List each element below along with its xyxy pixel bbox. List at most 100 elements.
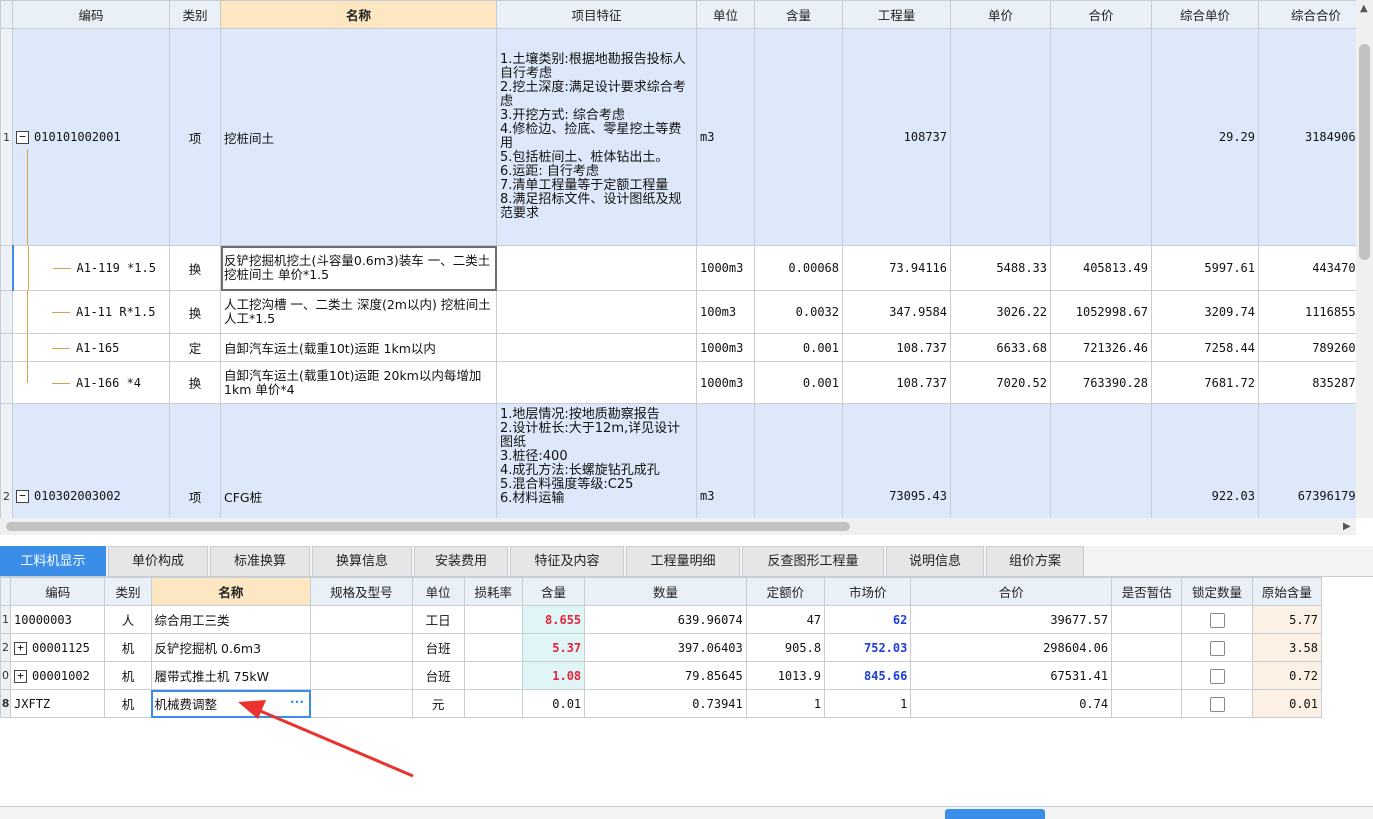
total-cell[interactable]: 298604.06 [910,633,1113,662]
tab-installation-fee[interactable]: 安装费用 [414,546,508,576]
spec-cell[interactable] [310,633,413,662]
content-cell[interactable] [754,28,843,246]
lock-quantity-checkbox[interactable] [1209,696,1225,712]
unit-cell[interactable]: m3 [696,28,755,246]
price-cell[interactable]: 7020.52 [950,361,1051,404]
content-cell[interactable]: 0.01 [521,689,586,718]
amount-cell[interactable]: 79.85645 [584,661,747,690]
total-cell[interactable]: 1052998.67 [1050,290,1152,334]
scroll-up-icon[interactable]: ▲ [1360,3,1368,14]
lock-quantity-checkbox[interactable] [1209,612,1225,628]
original-content-cell[interactable]: 3.58 [1251,633,1323,662]
tab-description[interactable]: 说明信息 [886,546,984,576]
feature-cell[interactable]: 1.地层情况:按地质勘察报告 2.设计桩长:大于12m,详见设计图纸 3.桩径:… [496,403,697,518]
code-cell[interactable]: JXFTZ [10,689,106,718]
col-header-amount[interactable]: 数量 [584,577,747,606]
loss-rate-cell[interactable] [463,661,523,690]
type-cell[interactable]: 机 [104,633,152,662]
horizontal-scrollbar[interactable]: ▶ [0,518,1356,535]
col-header-is-estimate[interactable]: 是否暂估 [1111,577,1183,606]
loss-rate-cell[interactable] [463,633,523,662]
col-header-code[interactable]: 编码 [12,0,170,29]
is-estimate-cell[interactable] [1111,605,1183,634]
table-row[interactable]: 1 10000003 人 综合用工三类 工日 8.655 639.96074 4… [0,605,1323,634]
code-cell[interactable]: A1-119 *1.5 [12,245,170,291]
horizontal-scroll-thumb[interactable] [6,522,850,531]
price-cell[interactable] [950,28,1051,246]
market-price-cell[interactable]: 752.03 [824,633,912,662]
price-cell[interactable]: 5488.33 [950,245,1051,291]
comp-price-cell[interactable]: 922.03 [1151,403,1259,518]
total-cell[interactable] [1050,403,1152,518]
loss-rate-cell[interactable] [463,689,523,718]
total-cell[interactable]: 721326.46 [1050,333,1152,362]
table-row[interactable]: A1-119 *1.5 换 反铲挖掘机挖土(斗容量0.6m3)装车 一、二类土 … [0,245,1356,291]
lock-quantity-checkbox[interactable] [1209,668,1225,684]
col-header-quota-price[interactable]: 定额价 [745,577,826,606]
comp-total-cell[interactable]: 67396179.3 [1258,403,1356,518]
comp-total-cell[interactable]: 3184906.7 [1258,28,1356,246]
price-cell[interactable]: 6633.68 [950,333,1051,362]
total-cell[interactable]: 0.74 [910,689,1113,718]
code-cell[interactable]: +00001125 [10,633,106,662]
comp-total-cell[interactable]: 443470.2 [1258,245,1356,291]
col-header-spec[interactable]: 规格及型号 [310,577,413,606]
spec-cell[interactable] [310,689,413,718]
col-header-market-price[interactable]: 市场价 [824,577,912,606]
name-cell[interactable]: 自卸汽车运土(载重10t)运距 1km以内 [220,333,497,362]
content-cell[interactable]: 0.001 [754,361,843,404]
is-estimate-cell[interactable] [1111,689,1183,718]
original-content-cell[interactable]: 5.77 [1251,605,1323,634]
original-content-cell[interactable]: 0.01 [1251,689,1323,718]
comp-price-cell[interactable]: 3209.74 [1151,290,1259,334]
collapse-icon[interactable]: − [16,131,29,144]
name-cell[interactable]: 综合用工三类 [150,605,312,634]
tab-quantity-detail[interactable]: 工程量明细 [626,546,740,576]
col-header-unit[interactable]: 单位 [411,577,465,606]
expand-icon[interactable]: + [14,669,28,683]
quota-price-cell[interactable]: 47 [745,605,826,634]
table-row[interactable]: A1-11 R*1.5 换 人工挖沟槽 一、二类土 深度(2m以内) 挖桩间土 … [0,290,1356,334]
type-cell[interactable]: 换 [169,361,221,404]
col-header-total[interactable]: 合价 [910,577,1113,606]
type-cell[interactable]: 项 [169,403,221,518]
more-icon[interactable]: ··· [290,694,304,709]
original-content-cell[interactable]: 0.72 [1251,661,1323,690]
feature-cell[interactable]: 1.土壤类别:根据地勘报告投标人自行考虑 2.挖土深度:满足设计要求综合考虑 3… [496,28,697,246]
resource-grid[interactable]: 编码 类别 名称 规格及型号 单位 损耗率 含量 数量 定额价 市场价 合价 是… [0,577,1373,718]
unit-cell[interactable]: 元 [411,689,465,718]
comp-total-cell[interactable]: 1116855.9 [1258,290,1356,334]
tab-labor-material-machine[interactable]: 工料机显示 [0,546,106,576]
name-cell[interactable]: 反铲挖掘机挖土(斗容量0.6m3)装车 一、二类土 挖桩间土 单价*1.5 [220,245,497,291]
content-cell[interactable]: 5.37 [521,633,586,662]
total-cell[interactable]: 67531.41 [910,661,1113,690]
feature-cell[interactable] [496,245,697,291]
table-row[interactable]: 1 −010101002001 项 挖桩间土 1.土壤类别:根据地勘报告投标人自… [0,28,1356,246]
tab-reverse-graphic-quantity[interactable]: 反查图形工程量 [742,546,884,576]
col-header-loss-rate[interactable]: 损耗率 [463,577,523,606]
feature-cell[interactable] [496,361,697,404]
code-cell[interactable]: A1-166 *4 [12,361,170,404]
unit-cell[interactable]: 工日 [411,605,465,634]
tab-conversion-info[interactable]: 换算信息 [312,546,412,576]
market-price-cell[interactable]: 845.66 [824,661,912,690]
lock-quantity-checkbox[interactable] [1209,640,1225,656]
quantity-cell[interactable]: 108737 [842,28,951,246]
col-header-type[interactable]: 类别 [104,577,152,606]
col-header-unit[interactable]: 单位 [696,0,755,29]
quantity-cell[interactable]: 73095.43 [842,403,951,518]
comp-price-cell[interactable]: 7681.72 [1151,361,1259,404]
col-header-quantity[interactable]: 工程量 [842,0,951,29]
type-cell[interactable]: 换 [169,290,221,334]
comp-total-cell[interactable]: 789260.9 [1258,333,1356,362]
bill-of-quantities-grid[interactable]: 编码 类别 名称 项目特征 单位 含量 工程量 单价 合价 综合单价 综合合价 … [0,0,1356,518]
code-cell[interactable]: −010101002001 [12,28,170,246]
quota-price-cell[interactable]: 905.8 [745,633,826,662]
code-cell[interactable]: A1-165 [12,333,170,362]
content-cell[interactable]: 8.655 [521,605,586,634]
tab-pricing-scheme[interactable]: 组价方案 [986,546,1084,576]
type-cell[interactable]: 机 [104,689,152,718]
name-cell[interactable]: 履带式推土机 75kW [150,661,312,690]
loss-rate-cell[interactable] [463,605,523,634]
quantity-cell[interactable]: 108.737 [842,361,951,404]
